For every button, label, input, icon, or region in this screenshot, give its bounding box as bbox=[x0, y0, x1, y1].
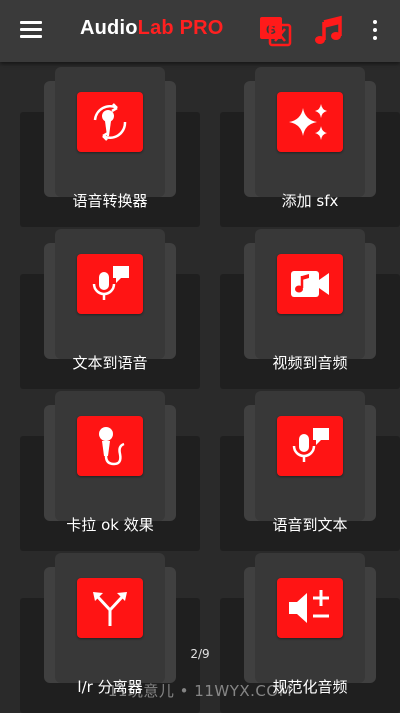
sparkles-icon bbox=[277, 92, 343, 152]
page-indicator: 2/9 bbox=[190, 647, 210, 661]
tile-text-to-speech[interactable]: 文本到语音 bbox=[20, 224, 200, 389]
tile-karaoke[interactable]: 卡拉 ok 效果 bbox=[20, 386, 200, 551]
app-bar: AudioLab PRO G bbox=[0, 0, 400, 62]
watermark: 11玩意儿 • 11WYX.COM bbox=[107, 682, 293, 700]
tile-label: 语音到文本 bbox=[272, 516, 348, 534]
speech-to-text-icon bbox=[277, 416, 343, 476]
video-to-audio-icon bbox=[277, 254, 343, 314]
tile-video-to-audio[interactable]: 视频到音频 bbox=[220, 224, 400, 389]
music-note-icon[interactable] bbox=[312, 14, 346, 48]
app-title-part2: Lab PRO bbox=[137, 17, 224, 39]
tile-add-sfx[interactable]: 添加 sfx bbox=[220, 62, 400, 227]
volume-normalize-icon bbox=[277, 578, 343, 638]
text-to-speech-icon bbox=[77, 254, 143, 314]
tile-label: 语音转换器 bbox=[72, 192, 148, 210]
translate-icon[interactable]: G bbox=[258, 14, 292, 48]
split-arrows-icon bbox=[77, 578, 143, 638]
tile-label: 文本到语音 bbox=[72, 354, 148, 372]
app-title-part1: Audio bbox=[80, 17, 138, 39]
karaoke-mic-icon bbox=[77, 416, 143, 476]
hamburger-menu-icon[interactable] bbox=[20, 21, 42, 39]
tile-label: 卡拉 ok 效果 bbox=[66, 516, 154, 534]
tile-label: 添加 sfx bbox=[281, 192, 339, 210]
voice-changer-icon bbox=[77, 92, 143, 152]
tile-voice-changer[interactable]: 语音转换器 bbox=[20, 62, 200, 227]
feature-grid: 语音转换器 添加 sfx 文本到语音 视频到音频 卡拉 ok 效果 语音到文本 … bbox=[0, 62, 400, 713]
more-vert-icon[interactable] bbox=[368, 20, 382, 42]
app-title: AudioLab PRO bbox=[80, 17, 224, 40]
tile-speech-to-text[interactable]: 语音到文本 bbox=[220, 386, 400, 551]
tile-label: 视频到音频 bbox=[272, 354, 348, 372]
